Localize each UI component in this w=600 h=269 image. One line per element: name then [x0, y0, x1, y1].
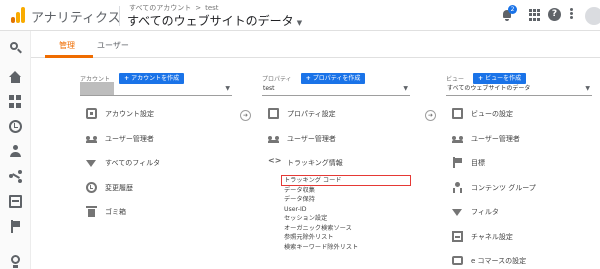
- submenu-item-search-term-exclusion[interactable]: 検索キーワード除外リスト: [284, 243, 358, 253]
- realtime-clock-icon[interactable]: [9, 120, 22, 133]
- property-column: プロパティ + プロパティを作成 test ▼ プロパティ設定 ユーザー管理者 <…: [262, 58, 419, 269]
- view-selected: すべてのウェブサイトのデータ: [447, 85, 531, 92]
- avatar[interactable]: [585, 7, 600, 25]
- breadcrumb-account: すべてのアカウント: [129, 4, 192, 12]
- tab-admin[interactable]: 管理: [59, 40, 75, 51]
- property-selected: test: [263, 85, 275, 92]
- channel-icon: [452, 230, 463, 242]
- menu-item-label: 目標: [471, 159, 485, 167]
- tracking-submenu: トラッキング コード データ収集 データ保持 User-ID セッション設定 オ…: [281, 175, 411, 253]
- divider: [119, 6, 120, 26]
- dropdown-arrow-icon: ▼: [403, 85, 408, 92]
- acquisition-icon[interactable]: [9, 170, 22, 183]
- property-header: プロパティ + プロパティを作成: [262, 68, 366, 84]
- menu-item-label: アカウント設定: [105, 110, 154, 118]
- dropdown-arrow-icon: ▼: [225, 85, 230, 92]
- menu-item-label: ゴミ箱: [105, 208, 126, 216]
- users-icon: [268, 133, 279, 144]
- submenu-item-tracking-code[interactable]: トラッキング コード: [281, 175, 411, 186]
- users-icon: [86, 133, 97, 144]
- menu-item-label: トラッキング情報: [287, 159, 343, 167]
- menu-item-label: フィルタ: [471, 208, 499, 216]
- account-column: アカウント + アカウントを作成 ▼ アカウント設定 ユーザー管理者 すべてのフィ…: [80, 58, 237, 269]
- plus-icon: +: [478, 75, 484, 82]
- create-view-label: ビューを作成: [485, 75, 522, 82]
- settings-icon: [86, 108, 97, 119]
- menu-item-label: ビューの設定: [471, 110, 513, 118]
- app-name[interactable]: アナリティクス: [31, 7, 121, 26]
- menu-item-label: プロパティ設定: [287, 110, 336, 118]
- view-header: ビュー + ビューを作成: [446, 68, 527, 84]
- menu-item-label: 変更履歴: [105, 183, 133, 192]
- submenu-item-data-retention[interactable]: データ保持: [284, 195, 358, 205]
- breadcrumb-property: test: [205, 4, 219, 12]
- flag-icon: [452, 157, 463, 168]
- filter-icon: [86, 160, 96, 167]
- create-property-label: プロパティを作成: [312, 75, 361, 82]
- account-name-redacted: [80, 82, 114, 95]
- menu-item-label: コンテンツ グループ: [471, 183, 536, 192]
- property-selector[interactable]: test ▼: [262, 82, 410, 96]
- breadcrumb-separator: >: [195, 4, 202, 12]
- discover-bulb-icon[interactable]: [9, 255, 22, 268]
- filter-icon: [452, 209, 462, 216]
- chevron-down-icon: ▼: [296, 19, 303, 27]
- notification-badge: 2: [508, 5, 517, 14]
- plus-icon: +: [124, 75, 130, 82]
- analytics-logo-icon[interactable]: [11, 7, 25, 23]
- apps-grid-icon[interactable]: [527, 8, 541, 22]
- trash-icon: [86, 206, 97, 217]
- search-icon[interactable]: [9, 41, 22, 54]
- customization-icon[interactable]: [9, 95, 22, 108]
- settings-icon: [452, 108, 463, 119]
- create-account-label: アカウントを作成: [131, 75, 180, 82]
- home-icon[interactable]: [9, 71, 22, 84]
- content-group-icon: [452, 181, 463, 193]
- menu-item-label: e コマースの設定: [471, 257, 527, 265]
- users-icon: [452, 133, 463, 144]
- more-vert-icon[interactable]: [570, 8, 574, 22]
- notifications-button[interactable]: 2: [500, 5, 517, 22]
- bell-clapper: [505, 19, 509, 21]
- code-icon: <>: [268, 156, 282, 165]
- settings-icon: [268, 108, 279, 119]
- ecommerce-icon: [452, 256, 463, 265]
- menu-item-label: ユーザー管理者: [287, 134, 336, 143]
- audience-person-icon[interactable]: [9, 145, 22, 158]
- tab-users[interactable]: ユーザー: [97, 40, 129, 51]
- submenu-item-session-settings[interactable]: セッション設定: [284, 214, 358, 224]
- top-bar: アナリティクス すべてのアカウント > test すべてのウェブサイトのデータ ▼ 2…: [0, 0, 600, 31]
- plus-icon: +: [305, 75, 311, 82]
- submenu-item-data-collection[interactable]: データ収集: [284, 186, 358, 196]
- view-selector[interactable]: すべてのウェブサイトのデータ ▼: [446, 82, 592, 96]
- account-selector[interactable]: ▼: [80, 82, 232, 96]
- left-nav: [0, 31, 31, 269]
- arrow-right-icon: ➜: [240, 110, 251, 121]
- history-icon: [86, 181, 97, 193]
- view-column: ビュー + ビューを作成 すべてのウェブサイトのデータ ▼ ビューの設定 ユーザー…: [446, 58, 600, 269]
- submenu-item-user-id[interactable]: User-ID: [284, 205, 358, 215]
- page-title: すべてのウェブサイトのデータ: [127, 14, 294, 28]
- conversions-flag-icon[interactable]: [9, 220, 22, 233]
- menu-item-label: ユーザー管理者: [105, 134, 154, 143]
- admin-tabs: 管理 ユーザー: [31, 31, 600, 58]
- submenu-item-referral-exclusion[interactable]: 参照元除外リスト: [284, 233, 358, 243]
- submenu-item-organic-search[interactable]: オーガニック検索ソース: [284, 224, 358, 234]
- menu-item-label: すべてのフィルタ: [105, 159, 161, 167]
- view-selector-title[interactable]: すべてのウェブサイトのデータ ▼: [127, 12, 302, 29]
- account-header: アカウント + アカウントを作成: [80, 68, 185, 84]
- menu-item-label: ユーザー管理者: [471, 134, 520, 143]
- menu-item-label: チャネル設定: [471, 232, 513, 241]
- highlight-box: [281, 175, 411, 186]
- dropdown-arrow-icon: ▼: [585, 85, 590, 92]
- help-icon[interactable]: ?: [548, 8, 561, 21]
- arrow-right-icon: ➜: [425, 110, 436, 121]
- behavior-icon[interactable]: [9, 195, 22, 208]
